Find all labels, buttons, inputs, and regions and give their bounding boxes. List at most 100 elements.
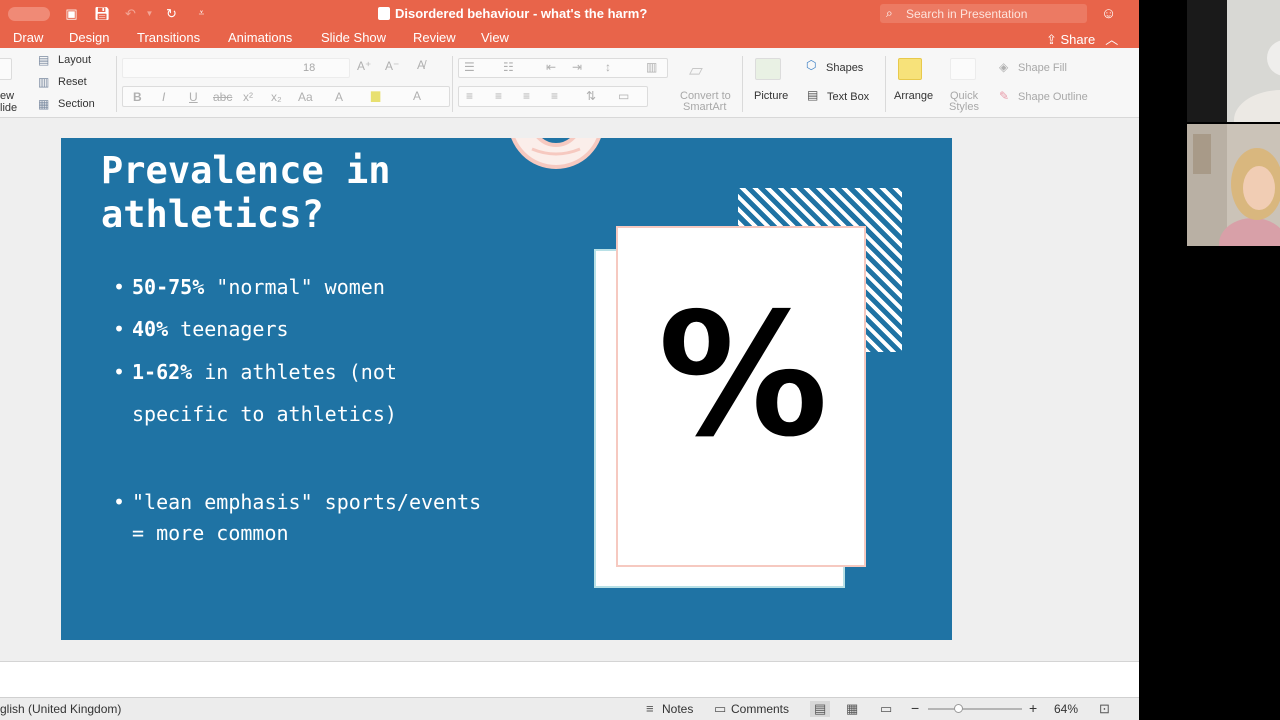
section-button[interactable]: Section (58, 98, 95, 110)
slide-sorter-icon[interactable]: ▦ (846, 701, 858, 717)
highlight-icon[interactable]: ▆ (371, 88, 380, 102)
fit-to-window-icon[interactable]: ⊡ (1099, 701, 1110, 717)
clear-format-icon[interactable]: A̸ (417, 58, 425, 72)
strikethrough-icon[interactable]: abc (213, 90, 232, 104)
new-slide-icon[interactable] (0, 58, 12, 80)
align-right-icon[interactable]: ≡ (523, 89, 530, 103)
tab-draw[interactable]: Draw (13, 30, 43, 45)
shapes-button[interactable]: Shapes (826, 62, 863, 74)
increase-indent-icon[interactable]: ⇥ (572, 60, 582, 74)
zoom-level[interactable]: 64% (1054, 702, 1078, 716)
bullet-text: 40% teenagers (132, 317, 289, 341)
line-spacing-icon[interactable]: ↕ (605, 60, 611, 74)
change-case-icon[interactable]: Aa (298, 90, 313, 104)
bold-icon[interactable]: B (133, 90, 142, 104)
shape-fill-button[interactable]: Shape Fill (1018, 62, 1067, 74)
search-input[interactable] (906, 5, 1082, 22)
search-box[interactable]: ⌕ (880, 4, 1087, 23)
font-size-value[interactable]: 18 (303, 62, 315, 74)
notes-icon: ≡ (646, 701, 654, 716)
tab-slide-show[interactable]: Slide Show (321, 30, 386, 45)
feedback-smiley-icon[interactable]: ☺ (1101, 5, 1116, 22)
paragraph-row-1 (458, 58, 668, 78)
share-button[interactable]: ⇪ Share ︿ (1046, 29, 1118, 48)
undo-dropdown-icon[interactable]: ▼ (142, 6, 157, 21)
collapse-ribbon-icon[interactable]: ︿ (1105, 32, 1118, 47)
status-bar: glish (United Kingdom) ≡ Notes ▭ Comment… (0, 697, 1139, 720)
zoom-slider-knob[interactable] (953, 704, 963, 713)
ribbon-separator (452, 56, 453, 112)
zoom-slider[interactable] (928, 704, 1022, 713)
italic-icon[interactable]: I (162, 90, 165, 104)
zoom-in-button[interactable]: + (1029, 700, 1037, 716)
powerpoint-window: ▣ 💾︎ ↶ ▼ ↻ ⩡ Disordered behaviour - what… (0, 0, 1139, 720)
redo-icon[interactable]: ↻ (164, 6, 179, 21)
notes-button[interactable]: Notes (662, 702, 693, 716)
slide-title[interactable]: Prevalence in athletics? (101, 149, 601, 237)
card-front-shape[interactable]: % (616, 226, 866, 567)
text-direction-icon[interactable]: ⇅ (586, 89, 596, 103)
tab-view[interactable]: View (481, 30, 509, 45)
tab-review[interactable]: Review (413, 30, 456, 45)
shape-outline-button[interactable]: Shape Outline (1018, 91, 1088, 103)
tab-transitions[interactable]: Transitions (137, 30, 200, 45)
reset-button[interactable]: Reset (58, 76, 87, 88)
font-color-icon[interactable]: A (413, 89, 421, 103)
video-tile-presenter[interactable] (1187, 124, 1280, 246)
customize-toolbar-icon[interactable]: ⩡ (194, 6, 209, 21)
smartart-icon[interactable]: ▱ (689, 60, 703, 81)
slide-editing-area[interactable]: Prevalence in athletics? • 50-75% "norma… (0, 118, 1139, 661)
bullets-icon[interactable]: ☰ (464, 60, 475, 74)
ribbon-tabs: Draw Design Transitions Animations Slide… (0, 27, 1139, 48)
textbox-icon: ▤ (807, 88, 819, 102)
autosave-toggle[interactable] (8, 7, 50, 21)
bullet-text: "lean emphasis" sports/events (132, 490, 482, 514)
increase-font-icon[interactable]: A⁺ (357, 59, 371, 73)
numbering-icon[interactable]: ☷ (503, 60, 514, 74)
tab-animations[interactable]: Animations (228, 30, 292, 45)
bullet-dot: • (113, 275, 126, 299)
align-center-icon[interactable]: ≡ (495, 89, 502, 103)
layout-button[interactable]: Layout (58, 54, 91, 66)
superscript-icon[interactable]: x² (243, 90, 253, 104)
subscript-icon[interactable]: x₂ (271, 90, 282, 104)
reading-view-icon[interactable]: ▭ (880, 701, 892, 717)
ribbon-home: ew lide ▤ Layout ▥ Reset ▦ Section 18 A⁺… (0, 48, 1139, 118)
arrange-icon[interactable] (898, 58, 922, 80)
picture-button[interactable]: Picture (754, 90, 788, 102)
slide-canvas[interactable]: Prevalence in athletics? • 50-75% "norma… (61, 138, 952, 640)
save-icon[interactable]: 💾︎ (94, 6, 111, 21)
zoom-out-button[interactable]: − (911, 700, 919, 716)
new-slide-label-2[interactable]: lide (0, 102, 17, 114)
justify-icon[interactable]: ≡ (551, 89, 558, 103)
convert-smartart-label-2[interactable]: SmartArt (683, 101, 726, 113)
decrease-font-icon[interactable]: A⁻ (385, 59, 399, 73)
comments-button[interactable]: Comments (731, 702, 789, 716)
decrease-indent-icon[interactable]: ⇤ (546, 60, 556, 74)
text-effects-icon[interactable]: A (335, 90, 343, 104)
tab-design[interactable]: Design (69, 30, 109, 45)
normal-view-icon[interactable]: ▤ (810, 701, 831, 717)
bullet-dot: • (113, 360, 126, 384)
align-left-icon[interactable]: ≡ (466, 89, 473, 103)
quick-styles-label-2[interactable]: Styles (949, 101, 979, 113)
document-title: Disordered behaviour - what's the harm? (378, 6, 647, 21)
undo-icon[interactable]: ↶ (123, 6, 138, 21)
video-tile-participant[interactable] (1187, 0, 1280, 122)
align-text-icon[interactable]: ▭ (618, 89, 629, 103)
notes-pane[interactable] (0, 661, 1139, 697)
ribbon-separator (742, 56, 743, 112)
presenter-video-image (1187, 124, 1280, 246)
columns-icon[interactable]: ▥ (646, 60, 657, 74)
shapes-icon: ⬡ (806, 58, 817, 72)
sidebar-icon[interactable]: ▣ (64, 6, 79, 21)
underline-icon[interactable]: U (189, 90, 198, 104)
bullet-text: 50-75% "normal" women (132, 275, 385, 299)
new-slide-label-1[interactable]: ew (0, 90, 14, 102)
picture-icon[interactable] (755, 58, 781, 80)
textbox-button[interactable]: Text Box (827, 91, 869, 103)
arrange-button[interactable]: Arrange (894, 90, 933, 102)
font-name-box[interactable] (122, 58, 350, 78)
quick-styles-icon[interactable] (950, 58, 976, 80)
language-indicator[interactable]: glish (United Kingdom) (0, 702, 121, 716)
